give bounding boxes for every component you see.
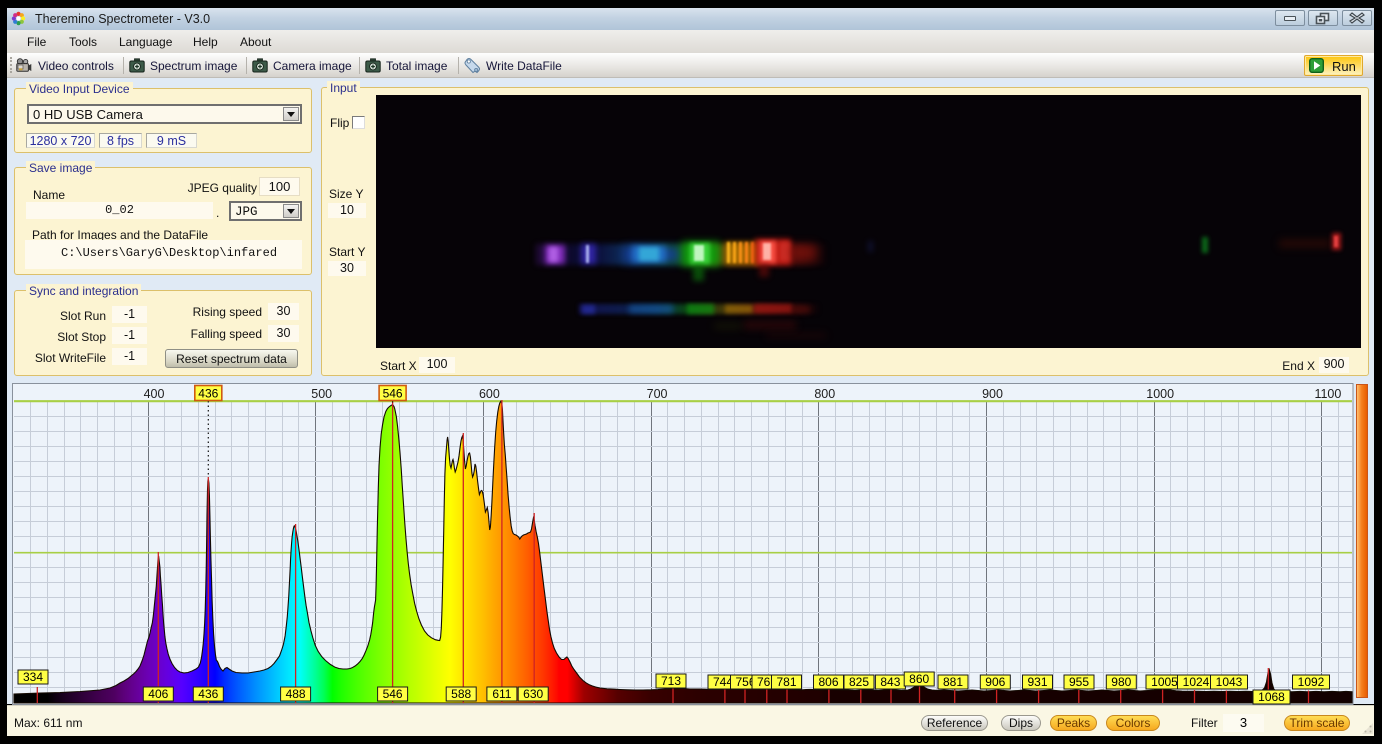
svg-text:1000: 1000 [1146,387,1174,401]
svg-text:436: 436 [198,687,218,701]
svg-text:906: 906 [985,675,1005,689]
svg-text:588: 588 [451,687,471,701]
svg-text:406: 406 [148,687,168,701]
svg-text:1100: 1100 [1314,387,1341,401]
svg-text:1092: 1092 [1298,675,1325,689]
svg-text:546: 546 [383,387,403,401]
svg-text:400: 400 [144,387,165,401]
svg-text:980: 980 [1111,675,1131,689]
svg-text:1005: 1005 [1151,675,1178,689]
svg-text:1068: 1068 [1258,690,1285,704]
svg-text:546: 546 [383,687,403,701]
svg-text:806: 806 [818,675,838,689]
svg-text:600: 600 [479,387,500,401]
svg-text:900: 900 [982,387,1003,401]
svg-text:611: 611 [492,687,511,701]
svg-text:1024: 1024 [1183,675,1210,689]
svg-text:700: 700 [647,387,668,401]
svg-text:436: 436 [198,387,218,401]
svg-text:931: 931 [1027,675,1047,689]
svg-text:1043: 1043 [1216,675,1243,689]
svg-text:630: 630 [523,687,543,701]
svg-text:781: 781 [776,675,796,689]
svg-text:955: 955 [1069,675,1089,689]
svg-text:843: 843 [880,675,900,689]
svg-text:334: 334 [23,670,43,684]
svg-text:800: 800 [814,387,835,401]
svg-text:881: 881 [943,675,963,689]
svg-text:488: 488 [286,687,306,701]
svg-text:713: 713 [661,674,681,688]
svg-text:500: 500 [311,387,332,401]
svg-text:825: 825 [849,675,869,689]
svg-text:860: 860 [909,672,929,686]
